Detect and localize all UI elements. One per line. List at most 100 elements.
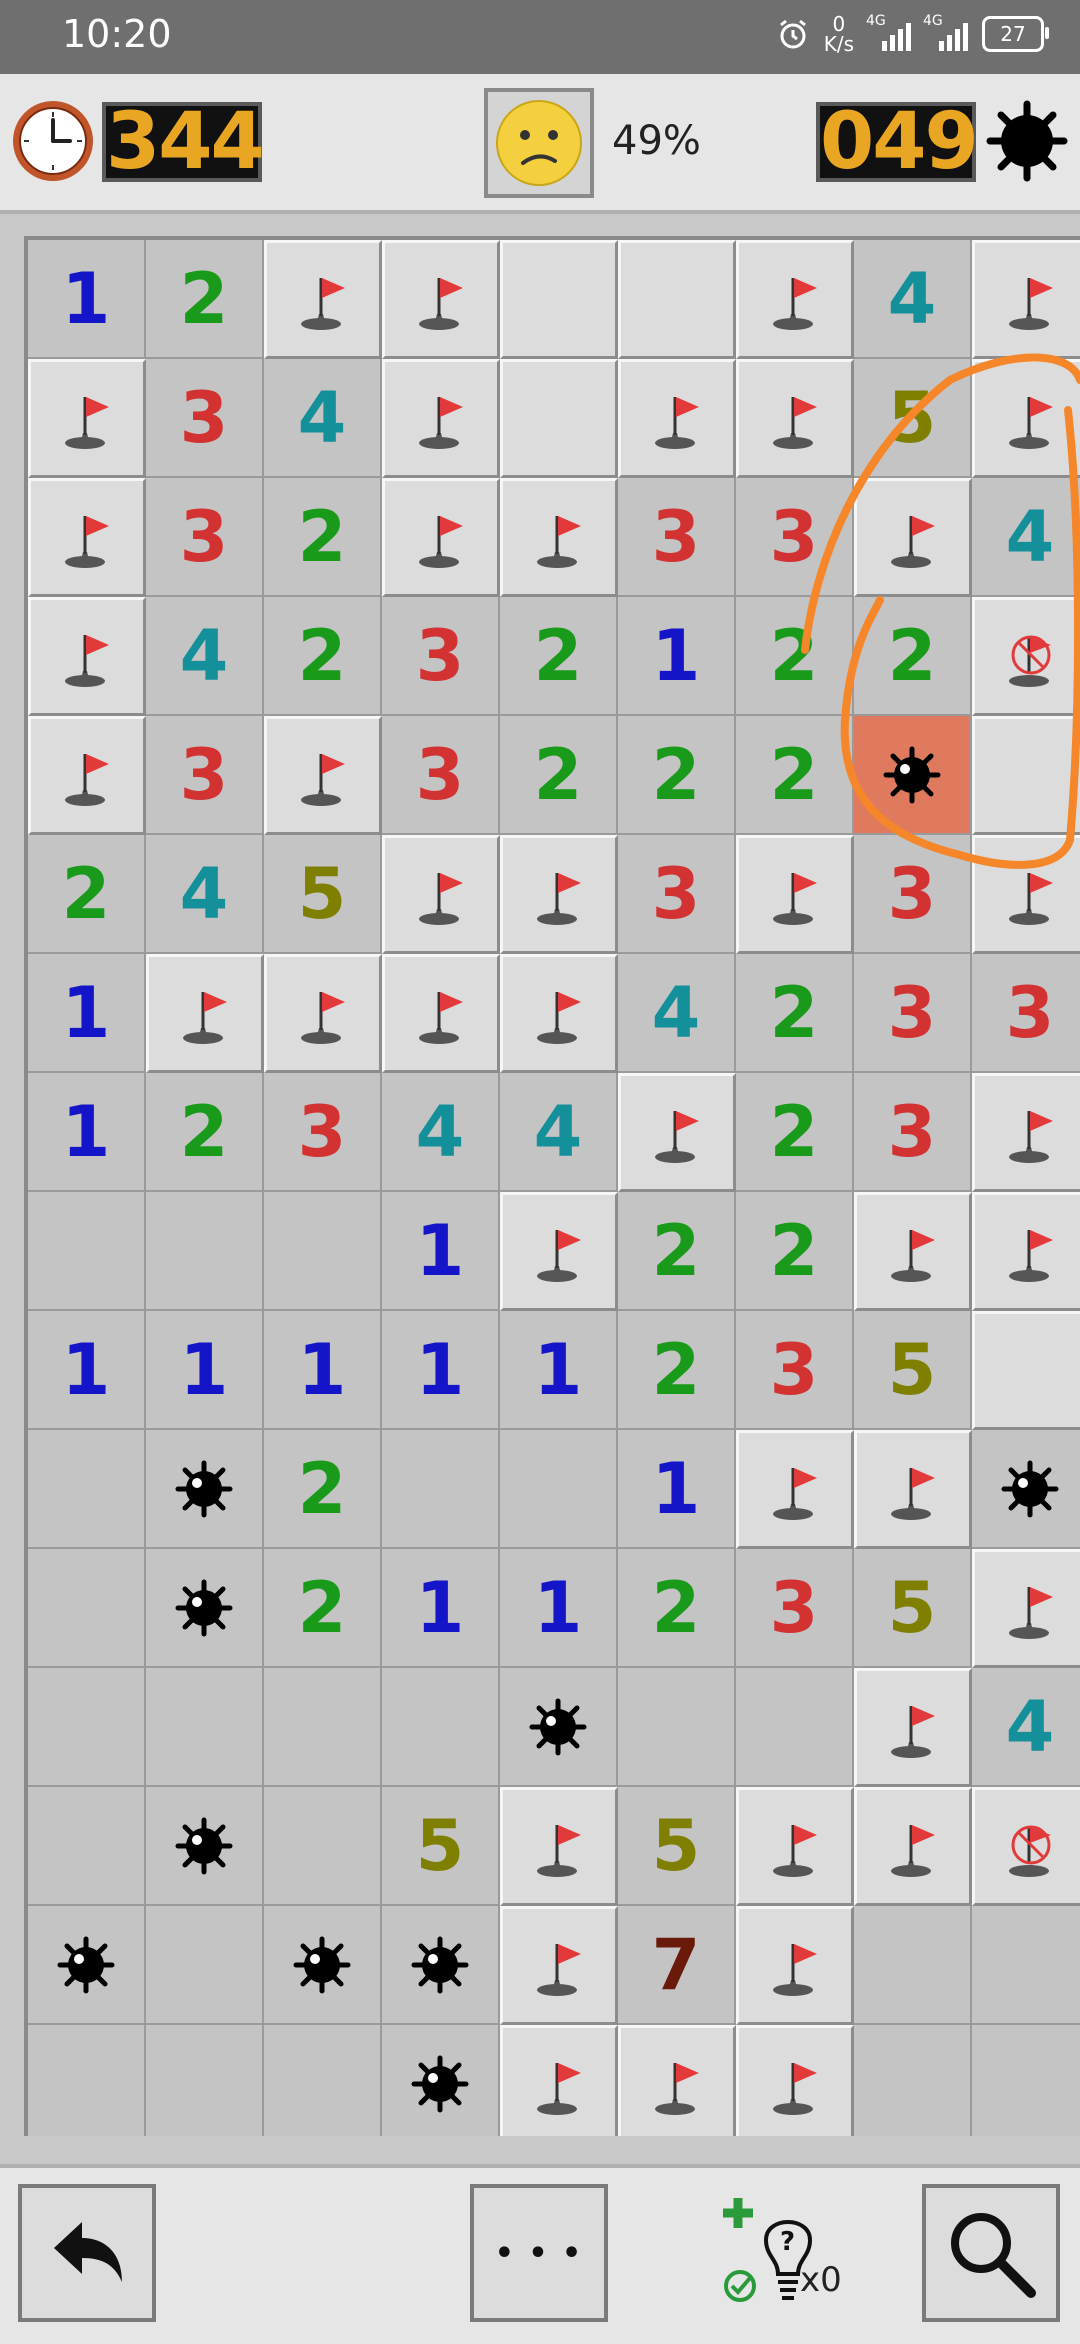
number-cell[interactable]: 5 (618, 1787, 736, 1906)
empty-cell[interactable] (28, 1668, 146, 1787)
number-cell[interactable]: 3 (382, 716, 500, 835)
number-cell[interactable]: 2 (264, 478, 382, 597)
flagged-cell[interactable] (736, 1787, 854, 1906)
number-cell[interactable]: 1 (146, 1311, 264, 1430)
flagged-cell[interactable] (618, 1073, 736, 1192)
empty-cell[interactable] (618, 1668, 736, 1787)
flagged-cell[interactable] (264, 954, 382, 1073)
flagged-cell[interactable] (972, 1073, 1080, 1192)
mine-cell[interactable] (146, 1549, 264, 1668)
number-cell[interactable]: 2 (500, 716, 618, 835)
closed-cell[interactable] (972, 1311, 1080, 1430)
empty-cell[interactable] (736, 1668, 854, 1787)
number-cell[interactable]: 3 (736, 478, 854, 597)
number-cell[interactable]: 2 (28, 835, 146, 954)
mine-cell[interactable] (500, 1668, 618, 1787)
mine-cell[interactable] (382, 2025, 500, 2136)
number-cell[interactable]: 4 (146, 835, 264, 954)
number-cell[interactable]: 5 (854, 1311, 972, 1430)
flagged-cell[interactable] (736, 1430, 854, 1549)
empty-cell[interactable] (264, 1668, 382, 1787)
flagged-cell[interactable] (618, 359, 736, 478)
flagged-cell[interactable] (28, 597, 146, 716)
number-cell[interactable]: 2 (618, 716, 736, 835)
empty-cell[interactable] (146, 2025, 264, 2136)
flagged-cell[interactable] (28, 359, 146, 478)
number-cell[interactable]: 1 (618, 1430, 736, 1549)
empty-cell[interactable] (28, 1192, 146, 1311)
number-cell[interactable]: 3 (618, 478, 736, 597)
flagged-cell[interactable] (972, 835, 1080, 954)
number-cell[interactable]: 3 (146, 359, 264, 478)
flagged-cell[interactable] (28, 716, 146, 835)
number-cell[interactable]: 1 (264, 1311, 382, 1430)
number-cell[interactable]: 3 (972, 954, 1080, 1073)
number-cell[interactable]: 3 (736, 1549, 854, 1668)
empty-cell[interactable] (28, 2025, 146, 2136)
number-cell[interactable]: 3 (854, 1073, 972, 1192)
closed-cell[interactable] (500, 240, 618, 359)
flagged-cell[interactable] (854, 1192, 972, 1311)
number-cell[interactable]: 2 (618, 1192, 736, 1311)
number-cell[interactable]: 3 (382, 597, 500, 716)
number-cell[interactable]: 3 (618, 835, 736, 954)
number-cell[interactable]: 2 (146, 1073, 264, 1192)
empty-cell[interactable] (382, 1430, 500, 1549)
flagged-cell[interactable] (972, 1192, 1080, 1311)
number-cell[interactable]: 5 (854, 1549, 972, 1668)
number-cell[interactable]: 7 (618, 1906, 736, 2025)
empty-cell[interactable] (28, 1549, 146, 1668)
undo-button[interactable] (18, 2184, 156, 2322)
flagged-cell[interactable] (854, 478, 972, 597)
flagged-cell[interactable] (500, 478, 618, 597)
flagged-cell[interactable] (500, 1906, 618, 2025)
number-cell[interactable]: 2 (736, 1073, 854, 1192)
flagged-cell[interactable] (264, 716, 382, 835)
number-cell[interactable]: 1 (382, 1192, 500, 1311)
number-cell[interactable]: 5 (264, 835, 382, 954)
empty-cell[interactable] (28, 1430, 146, 1549)
number-cell[interactable]: 1 (500, 1311, 618, 1430)
number-cell[interactable]: 2 (736, 716, 854, 835)
flagged-cell[interactable] (500, 1192, 618, 1311)
flagged-cell[interactable] (500, 1787, 618, 1906)
number-cell[interactable]: 1 (382, 1549, 500, 1668)
empty-cell[interactable] (500, 1430, 618, 1549)
number-cell[interactable]: 3 (854, 954, 972, 1073)
empty-cell[interactable] (264, 1192, 382, 1311)
number-cell[interactable]: 4 (146, 597, 264, 716)
closed-cell[interactable] (500, 359, 618, 478)
flagged-cell[interactable] (382, 954, 500, 1073)
number-cell[interactable]: 1 (28, 240, 146, 359)
empty-cell[interactable] (28, 1787, 146, 1906)
mine-cell[interactable] (28, 1906, 146, 2025)
flagged-cell[interactable] (854, 1668, 972, 1787)
flagged-cell[interactable] (382, 359, 500, 478)
closed-cell[interactable] (972, 716, 1080, 835)
number-cell[interactable]: 4 (618, 954, 736, 1073)
mine-cell[interactable] (146, 1430, 264, 1549)
number-cell[interactable]: 4 (264, 359, 382, 478)
number-cell[interactable]: 5 (854, 359, 972, 478)
wrong-flag-cell[interactable] (972, 597, 1080, 716)
flagged-cell[interactable] (854, 1787, 972, 1906)
number-cell[interactable]: 1 (382, 1311, 500, 1430)
flagged-cell[interactable] (854, 1430, 972, 1549)
number-cell[interactable]: 1 (500, 1549, 618, 1668)
empty-cell[interactable] (146, 1192, 264, 1311)
empty-cell[interactable] (264, 2025, 382, 2136)
number-cell[interactable]: 3 (736, 1311, 854, 1430)
empty-cell[interactable] (382, 1668, 500, 1787)
empty-cell[interactable] (146, 1668, 264, 1787)
flagged-cell[interactable] (736, 359, 854, 478)
flagged-cell[interactable] (736, 1906, 854, 2025)
flagged-cell[interactable] (382, 240, 500, 359)
flagged-cell[interactable] (618, 2025, 736, 2136)
number-cell[interactable]: 2 (264, 597, 382, 716)
number-cell[interactable]: 3 (264, 1073, 382, 1192)
flagged-cell[interactable] (264, 240, 382, 359)
number-cell[interactable]: 2 (146, 240, 264, 359)
mine-cell[interactable] (146, 1787, 264, 1906)
number-cell[interactable]: 3 (146, 478, 264, 597)
number-cell[interactable]: 2 (264, 1549, 382, 1668)
